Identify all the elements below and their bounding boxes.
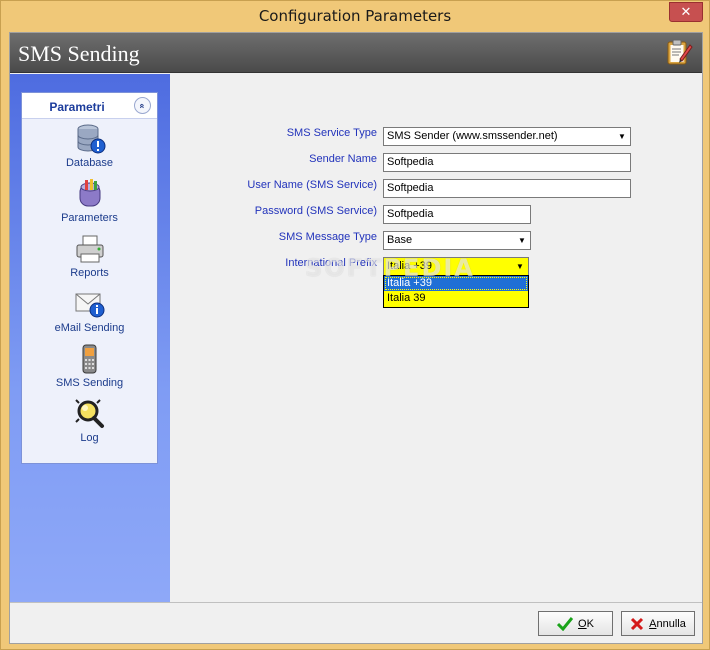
nav-item-label: Log bbox=[80, 432, 99, 444]
watermark: SOFTPEDIA bbox=[305, 254, 475, 282]
nav-item-sms-sending[interactable]: SMS Sending bbox=[22, 343, 157, 398]
nav-header: Parametri « bbox=[22, 93, 157, 119]
combo-value: SMS Sender (www.smssender.net) bbox=[387, 130, 558, 142]
email-icon bbox=[75, 293, 104, 318]
dropdown-option[interactable]: Italia 39 bbox=[384, 291, 528, 306]
printer-icon bbox=[76, 235, 103, 263]
nav-item-label: Reports bbox=[70, 267, 109, 279]
user-name-label: User Name (SMS Service) bbox=[247, 179, 377, 191]
ok-button-label: OK bbox=[578, 617, 594, 630]
cancel-button-label: Annulla bbox=[649, 617, 686, 630]
password-label: Password (SMS Service) bbox=[254, 205, 377, 217]
chevron-down-icon: ▼ bbox=[516, 262, 524, 271]
nav-item-label: SMS Sending bbox=[55, 377, 124, 389]
nav-item-parameters[interactable]: Parameters bbox=[22, 178, 157, 233]
double-chevron-up-icon: « bbox=[137, 102, 148, 109]
field-value: Softpedia bbox=[387, 208, 434, 220]
sms-message-type-label: SMS Message Type bbox=[278, 231, 377, 243]
parameters-icon bbox=[79, 179, 100, 207]
ok-button[interactable]: OK bbox=[538, 611, 613, 636]
sms-service-type-combo[interactable]: SMS Sender (www.smssender.net) ▼ bbox=[383, 127, 631, 146]
title-bar[interactable]: Configuration Parameters ✕ bbox=[1, 1, 709, 31]
chevron-down-icon: ▼ bbox=[518, 236, 526, 245]
sender-name-label: Sender Name bbox=[309, 153, 377, 165]
cross-icon bbox=[631, 617, 644, 630]
sms-message-type-combo[interactable]: Base ▼ bbox=[383, 231, 531, 250]
nav-item-reports[interactable]: Reports bbox=[22, 233, 157, 288]
sms-service-type-label: SMS Service Type bbox=[286, 127, 377, 139]
combo-value: Base bbox=[387, 234, 413, 246]
database-icon bbox=[77, 124, 105, 154]
cancel-button[interactable]: Annulla bbox=[621, 611, 695, 636]
config-window: Configuration Parameters ✕ SMS Sending P… bbox=[0, 0, 710, 650]
mobile-phone-icon bbox=[82, 344, 96, 374]
close-button[interactable]: ✕ bbox=[669, 2, 703, 22]
close-icon: ✕ bbox=[680, 4, 692, 20]
nav-item-label: eMail Sending bbox=[54, 322, 125, 334]
form-area: SMS Service Type Sender Name User Name (… bbox=[170, 74, 702, 602]
nav-item-label: Database bbox=[65, 157, 114, 169]
nav-item-label: Parameters bbox=[61, 212, 118, 224]
check-icon bbox=[557, 616, 574, 631]
nav-panel: Parametri « Database Parameters Reports … bbox=[21, 92, 158, 464]
left-pane: Parametri « Database Parameters Reports … bbox=[10, 74, 170, 602]
log-magnifier-icon bbox=[74, 399, 104, 428]
header-band: SMS Sending bbox=[10, 33, 702, 73]
sender-name-field[interactable]: Softpedia bbox=[383, 153, 631, 172]
field-value: Softpedia bbox=[387, 156, 434, 168]
label-column: SMS Service Type Sender Name User Name (… bbox=[170, 74, 377, 274]
nav-item-log[interactable]: Log bbox=[22, 398, 157, 453]
page-title: SMS Sending bbox=[18, 41, 140, 66]
collapse-button[interactable]: « bbox=[134, 97, 151, 114]
field-value: Softpedia bbox=[387, 182, 434, 194]
window-title: Configuration Parameters bbox=[258, 7, 452, 25]
client-area: SMS Sending Parametri « Database Paramet… bbox=[9, 32, 703, 644]
nav-item-database[interactable]: Database bbox=[22, 123, 157, 178]
clipboard-edit-icon bbox=[667, 39, 693, 65]
user-name-field[interactable]: Softpedia bbox=[383, 179, 631, 198]
nav-title: Parametri bbox=[49, 100, 105, 114]
chevron-down-icon: ▼ bbox=[618, 132, 626, 141]
footer-bar: OK Annulla bbox=[10, 602, 702, 643]
nav-item-email-sending[interactable]: eMail Sending bbox=[22, 288, 157, 343]
password-field[interactable]: Softpedia bbox=[383, 205, 531, 224]
